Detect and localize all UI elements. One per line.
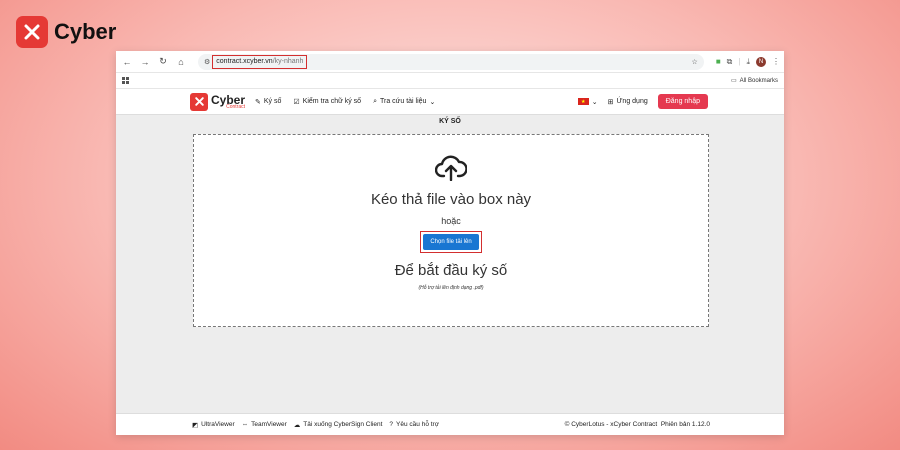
- nav-item-lookup[interactable]: ⌕ Tra cứu tài liệu ⌄: [373, 98, 435, 106]
- bookmarks-bar: ▭ All Bookmarks: [116, 73, 784, 89]
- footer-teamviewer[interactable]: ⇔ TeamViewer: [242, 421, 287, 428]
- nav-item-check-label: Kiểm tra chữ ký số: [302, 98, 362, 105]
- footer-support[interactable]: ? Yêu cầu hỗ trợ: [389, 421, 439, 428]
- puzzle-icon[interactable]: ⧉: [727, 57, 733, 67]
- drop-zone-title: Kéo thả file vào box này: [370, 191, 532, 208]
- site-settings-icon[interactable]: ⚙: [204, 58, 210, 66]
- footer-download-client[interactable]: ☁ Tải xuống CyberSign Client: [294, 421, 383, 429]
- nav-item-sign-label: Ký số: [263, 98, 282, 105]
- pen-icon: ✎: [255, 98, 261, 106]
- app-logo[interactable]: Cyber Contract: [190, 92, 245, 111]
- nav-item-apps-label: Ứng dụng: [616, 98, 648, 105]
- cloud-upload-icon: [434, 155, 468, 186]
- brand-logo-icon: [16, 16, 48, 48]
- folder-icon: ▭: [730, 78, 737, 84]
- or-label: hoặc: [441, 216, 461, 226]
- footer-download-label: Tải xuống CyberSign Client: [303, 421, 383, 428]
- vietnam-flag-icon: ★: [577, 98, 589, 105]
- bookmark-star-icon[interactable]: ☆: [692, 58, 698, 66]
- footer-ultraviewer[interactable]: ◩ UltraViewer: [192, 421, 235, 429]
- ultraviewer-icon: ◩: [192, 421, 199, 429]
- language-selector[interactable]: ★ ⌄: [577, 98, 598, 106]
- start-signing-label: Để bắt đầu ký số: [394, 262, 508, 279]
- app-logo-icon: [190, 92, 208, 111]
- reload-icon[interactable]: ↻: [156, 55, 170, 69]
- all-bookmarks[interactable]: All Bookmarks: [740, 78, 778, 84]
- back-arrow-icon[interactable]: ←: [120, 55, 134, 69]
- app-navbar: Cyber Contract ✎ Ký số ☑ Kiểm tra chữ ký…: [116, 89, 784, 115]
- extensions-icon[interactable]: ■: [716, 57, 721, 66]
- question-icon: ?: [389, 421, 394, 428]
- nav-item-check[interactable]: ☑ Kiểm tra chữ ký số: [293, 98, 361, 106]
- app-footer: ◩ UltraViewer ⇔ TeamViewer ☁ Tải xuống C…: [116, 413, 784, 435]
- file-drop-zone[interactable]: Kéo thả file vào box này hoặc Chọn file …: [193, 134, 709, 327]
- nav-item-lookup-label: Tra cứu tài liệu: [379, 98, 427, 105]
- forward-arrow-icon[interactable]: →: [138, 55, 152, 69]
- grid-icon: ⊞: [607, 98, 614, 106]
- choose-file-highlight: Chọn file tải lên: [420, 231, 482, 253]
- url-domain: contract.xcyber.vn: [216, 58, 273, 65]
- divider: |: [738, 57, 741, 66]
- footer-support-label: Yêu cầu hỗ trợ: [396, 421, 439, 428]
- footer-copyright: © CyberLotus - xCyber Contract Phiên bản…: [565, 421, 710, 428]
- download-icon[interactable]: ⤓: [746, 57, 750, 67]
- browser-actions: ■ ⧉ | ⤓ N ⋮: [708, 56, 780, 67]
- footer-teamviewer-label: TeamViewer: [251, 421, 287, 428]
- browser-toolbar: ← → ↻ ⌂ ⚙ contract.xcyber.vn/ky-nhanh ☆ …: [116, 51, 784, 73]
- brand-name: Cyber: [54, 19, 117, 44]
- page-title: KÝ SỐ: [439, 118, 461, 125]
- menu-dots-icon[interactable]: ⋮: [772, 57, 780, 66]
- footer-ultraviewer-label: UltraViewer: [201, 421, 235, 428]
- login-button[interactable]: Đăng nhập: [657, 94, 708, 109]
- chevron-down-icon: ⌄: [591, 98, 598, 106]
- nav-item-apps[interactable]: ⊞ Ứng dụng: [608, 98, 648, 106]
- nav-item-sign[interactable]: ✎ Ký số: [255, 98, 281, 106]
- cloud-download-icon: ☁: [293, 421, 301, 429]
- home-icon[interactable]: ⌂: [174, 55, 188, 69]
- apps-grid-icon[interactable]: [122, 77, 129, 84]
- address-bar[interactable]: ⚙ contract.xcyber.vn/ky-nhanh ☆: [198, 53, 704, 70]
- url-text[interactable]: contract.xcyber.vn/ky-nhanh: [212, 54, 308, 69]
- brand-logo: Cyber: [16, 16, 116, 48]
- chevron-down-icon: ⌄: [429, 98, 436, 106]
- url-path: /ky-nhanh: [272, 58, 304, 65]
- version-text: Phiên bản 1.12.0: [660, 421, 710, 428]
- main-content: KÝ SỐ Kéo thả file vào box này hoặc Chọn…: [116, 115, 784, 413]
- choose-file-button[interactable]: Chọn file tải lên: [423, 234, 479, 250]
- copyright-text: © CyberLotus - xCyber Contract: [564, 421, 658, 428]
- teamviewer-icon: ⇔: [241, 421, 249, 428]
- checkbox-icon: ☑: [293, 98, 300, 106]
- profile-avatar[interactable]: N: [756, 56, 766, 67]
- supported-format-note: (Hỗ trợ tải lên định dạng .pdf): [418, 285, 484, 291]
- browser-window: ← → ↻ ⌂ ⚙ contract.xcyber.vn/ky-nhanh ☆ …: [116, 51, 784, 435]
- search-icon: ⌕: [373, 97, 377, 105]
